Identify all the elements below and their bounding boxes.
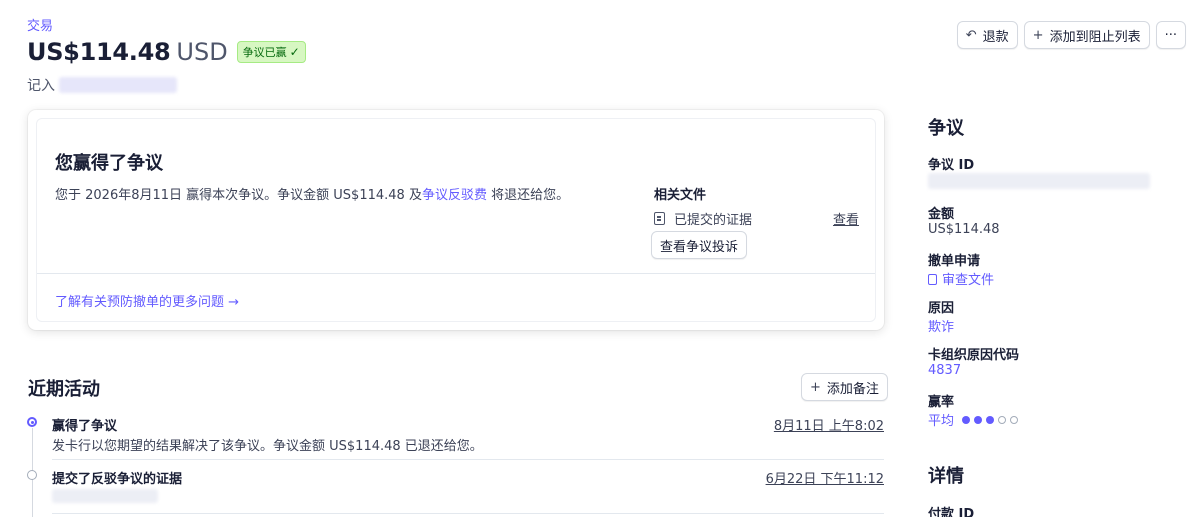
payment-id-label: 付款 ID bbox=[928, 507, 975, 517]
document-icon bbox=[928, 274, 937, 285]
review-files-label: 审查文件 bbox=[942, 273, 995, 288]
amount-row: US$114.48 USD 争议已赢 ✓ bbox=[27, 38, 306, 66]
win-rate-label: 赢率 bbox=[928, 395, 955, 410]
checkmark-icon: ✓ bbox=[289, 45, 300, 59]
activity-time-link[interactable]: 6月22日 下午11:12 bbox=[766, 468, 884, 487]
plus-icon: + bbox=[810, 379, 821, 395]
add-note-label: 添加备注 bbox=[826, 381, 879, 397]
view-evidence-link[interactable]: 查看 bbox=[833, 209, 859, 228]
amount-value: US$114.48 bbox=[928, 222, 1000, 237]
refund-button-label: 退款 bbox=[982, 29, 1009, 45]
activity-divider bbox=[52, 513, 884, 514]
win-rate-dot-empty bbox=[998, 415, 1007, 424]
submitted-evidence-row: 已提交的证据 查看 bbox=[654, 209, 859, 228]
dispute-card-description: 您于 2026年8月11日 赢得本次争议。争议金额 US$114.48 及争议反… bbox=[55, 184, 569, 203]
description-prefix: 您于 2026年8月11日 赢得本次争议。争议金额 US$114.48 及 bbox=[55, 188, 422, 203]
win-rate-dot-empty bbox=[1010, 415, 1019, 424]
more-options-button[interactable]: ··· bbox=[1155, 21, 1186, 49]
amount-label: 金额 bbox=[928, 207, 955, 222]
timeline-dot bbox=[27, 470, 37, 480]
reason-code-link[interactable]: 4837 bbox=[928, 363, 961, 378]
details-heading: 详情 bbox=[928, 466, 964, 487]
refund-button[interactable]: ↶ 退款 bbox=[956, 21, 1018, 49]
review-files-link[interactable]: 审查文件 bbox=[928, 269, 994, 288]
add-to-blocklist-button[interactable]: + 添加到阻止列表 bbox=[1023, 21, 1150, 49]
dispute-outcome-card: 您赢得了争议 您于 2026年8月11日 赢得本次争议。争议金额 US$114.… bbox=[28, 110, 884, 330]
dispute-id-label: 争议 ID bbox=[928, 158, 975, 173]
activity-divider bbox=[52, 459, 884, 460]
redacted-dispute-id bbox=[928, 173, 1150, 189]
chargeback-label: 撤单申请 bbox=[928, 254, 981, 269]
win-rate-dot-filled bbox=[986, 415, 995, 424]
status-badge: 争议已赢 ✓ bbox=[236, 41, 306, 63]
win-rate-value[interactable]: 平均 bbox=[928, 410, 954, 429]
reason-code-label: 卡组织原因代码 bbox=[928, 348, 1020, 363]
currency-code: USD bbox=[176, 38, 228, 66]
ellipsis-icon: ··· bbox=[1164, 27, 1177, 43]
recorded-row: 记入 bbox=[27, 75, 177, 95]
win-rate-dots bbox=[962, 415, 1019, 424]
recorded-label: 记入 bbox=[27, 78, 55, 94]
transaction-amount: US$114.48 bbox=[27, 38, 171, 66]
timeline-dot-active bbox=[27, 417, 37, 427]
activity-title: 赢得了争议 bbox=[52, 419, 118, 434]
win-rate-row: 平均 bbox=[928, 410, 1019, 429]
reason-label: 原因 bbox=[928, 301, 955, 316]
learn-more-link[interactable]: 了解有关预防撤单的更多问题 → bbox=[55, 291, 239, 310]
dispute-card-title: 您赢得了争议 bbox=[55, 153, 163, 174]
submitted-evidence-label: 已提交的证据 bbox=[674, 213, 753, 228]
activity-description: 发卡行以您期望的结果解决了该争议。争议金额 US$114.48 已退还给您。 bbox=[52, 439, 483, 454]
view-complaint-label: 查看争议投诉 bbox=[660, 239, 739, 255]
redacted-statement-descriptor bbox=[59, 77, 177, 93]
recent-activity-title: 近期活动 bbox=[28, 379, 100, 400]
activity-time-link[interactable]: 8月11日 上午8:02 bbox=[774, 415, 884, 434]
redacted-activity-detail bbox=[52, 489, 158, 503]
add-to-blocklist-label: 添加到阻止列表 bbox=[1049, 29, 1141, 45]
dispute-fee-link[interactable]: 争议反驳费 bbox=[422, 188, 487, 203]
clipboard-icon bbox=[654, 212, 665, 225]
activity-title: 提交了反驳争议的证据 bbox=[52, 472, 183, 487]
dispute-heading: 争议 bbox=[928, 118, 964, 139]
plus-icon: + bbox=[1032, 27, 1044, 43]
reason-value-link[interactable]: 欺诈 bbox=[928, 316, 954, 335]
win-rate-dot-filled bbox=[974, 415, 983, 424]
view-complaint-button[interactable]: 查看争议投诉 bbox=[651, 231, 748, 259]
description-suffix: 将退还给您。 bbox=[486, 188, 570, 203]
related-files-title: 相关文件 bbox=[654, 188, 707, 203]
dispute-card-inner: 您赢得了争议 您于 2026年8月11日 赢得本次争议。争议金额 US$114.… bbox=[36, 118, 876, 322]
undo-arrow-icon: ↶ bbox=[965, 27, 977, 43]
card-divider bbox=[37, 273, 875, 274]
status-badge-label: 争议已赢 bbox=[242, 46, 287, 59]
add-note-button[interactable]: + 添加备注 bbox=[801, 373, 888, 401]
top-actions: ↶ 退款 + 添加到阻止列表 ··· bbox=[956, 21, 1186, 49]
breadcrumb[interactable]: 交易 bbox=[27, 15, 53, 34]
win-rate-dot-filled bbox=[962, 415, 971, 424]
